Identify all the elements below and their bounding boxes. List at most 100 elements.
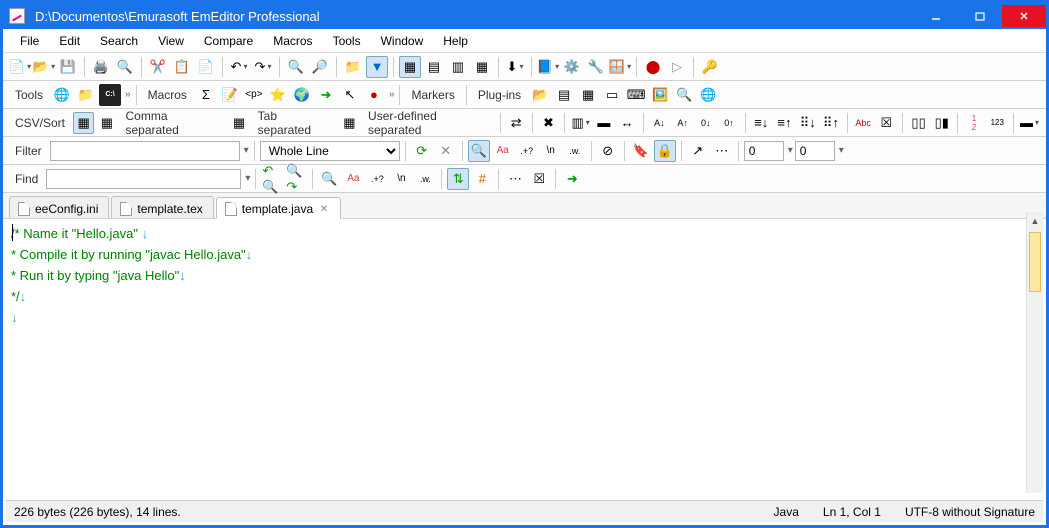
copy-icon[interactable]: 📋 [171, 56, 193, 78]
sort-short-icon[interactable]: ≡↓ [751, 112, 772, 134]
tab-template-java[interactable]: template.java ✕ [216, 197, 341, 219]
filter-word-icon[interactable]: .w. [564, 140, 586, 162]
adjust-icon[interactable]: ↔ [617, 112, 638, 134]
filter-out-icon[interactable]: ↗ [687, 140, 709, 162]
redo-icon[interactable]: ↷ [252, 56, 274, 78]
find-dropdown-icon[interactable]: ▾ [243, 173, 250, 184]
ruler-icon[interactable]: 123 [987, 112, 1008, 134]
close-button[interactable] [1002, 5, 1046, 27]
maximize-button[interactable] [958, 5, 1002, 27]
macro-p-icon[interactable]: <p> [243, 84, 265, 106]
tools-overflow-icon[interactable]: » [123, 89, 131, 100]
sigma-icon[interactable]: Σ [195, 84, 217, 106]
filter-advanced-icon[interactable]: ⋯ [711, 140, 733, 162]
help-icon[interactable]: 🔑 [699, 56, 721, 78]
plugin-keyboard-icon[interactable]: ⌨ [625, 84, 647, 106]
filter-lock-icon[interactable]: 🔒 [654, 140, 676, 162]
macro-dot-icon[interactable]: ● [363, 84, 385, 106]
find-case-icon[interactable]: Aa [342, 168, 364, 190]
macro-star-icon[interactable]: ⭐ [267, 84, 289, 106]
user-sep-icon[interactable]: ▦ [339, 112, 360, 134]
filter-case-icon[interactable]: Aa [492, 140, 514, 162]
plugin-snippets-icon[interactable]: ▭ [601, 84, 623, 106]
filter-escape-icon[interactable]: \n [540, 140, 562, 162]
properties-icon[interactable]: ⚙️ [561, 56, 583, 78]
tab-sep-label[interactable]: Tab separated [252, 109, 337, 137]
macro-cursor-icon[interactable]: ↖ [339, 84, 361, 106]
columns-icon[interactable]: ▥ [570, 112, 591, 134]
status-language[interactable]: Java [770, 505, 803, 519]
plugin-word-icon[interactable]: 🖼️ [649, 84, 671, 106]
user-sep-label[interactable]: User-defined separated [362, 109, 495, 137]
filter-below-input[interactable] [795, 141, 835, 161]
plugin-web-icon[interactable]: 🌐 [697, 84, 719, 106]
wrap-page-icon[interactable]: ▥ [447, 56, 469, 78]
tab-eeconfig[interactable]: eeConfig.ini [9, 196, 109, 218]
sort-many-icon[interactable]: ⠿↑ [820, 112, 841, 134]
macros-overflow-icon[interactable]: » [387, 89, 395, 100]
menu-edit[interactable]: Edit [50, 32, 89, 50]
find-wrap-icon[interactable]: ⇅ [447, 168, 469, 190]
sort-few-icon[interactable]: ⠿↓ [797, 112, 818, 134]
menu-compare[interactable]: Compare [195, 32, 262, 50]
filter-dropdown-icon[interactable]: ▾ [242, 145, 249, 156]
config-icon[interactable]: 📘 [537, 56, 559, 78]
vertical-scrollbar[interactable]: ▲ [1026, 212, 1043, 493]
cmd-icon[interactable]: C:\ [99, 84, 121, 106]
find-incremental-icon[interactable]: 🔍 [318, 168, 340, 190]
sort-09-icon[interactable]: 0↓ [695, 112, 716, 134]
macro-run-icon[interactable]: ➜ [315, 84, 337, 106]
menu-search[interactable]: Search [91, 32, 147, 50]
filter-abort-icon[interactable]: ✕ [435, 140, 457, 162]
find-icon[interactable]: 🔍 [285, 56, 307, 78]
sort-za-icon[interactable]: A↑ [672, 112, 693, 134]
plugin-folder-icon[interactable]: 📂 [529, 84, 551, 106]
find-count-icon[interactable]: # [471, 168, 493, 190]
find-word-icon[interactable]: .w. [414, 168, 436, 190]
delete-dup-icon[interactable]: ▯▮ [931, 112, 952, 134]
tab-template-tex[interactable]: template.tex [111, 196, 213, 218]
cut-icon[interactable]: ✂️ [147, 56, 169, 78]
new-file-icon[interactable]: 📄 [9, 56, 31, 78]
menu-help[interactable]: Help [434, 32, 477, 50]
find-next-icon[interactable]: 🔍↷ [285, 168, 307, 190]
plugin-diff-icon[interactable]: ▤ [553, 84, 575, 106]
grep-icon[interactable]: 📁 [342, 56, 364, 78]
find-advanced-icon[interactable]: ⋯ [504, 168, 526, 190]
filter-incremental-icon[interactable]: 🔍 [468, 140, 490, 162]
undo-icon[interactable]: ↶ [228, 56, 250, 78]
wrap-col-icon[interactable]: ▦ [471, 56, 493, 78]
comma-sep-label[interactable]: Comma separated [119, 109, 226, 137]
menu-window[interactable]: Window [372, 32, 433, 50]
bookmark-dup-icon[interactable]: ▯▯ [908, 112, 929, 134]
sort-long-icon[interactable]: ≡↑ [774, 112, 795, 134]
status-encoding[interactable]: UTF-8 without Signature [901, 505, 1039, 519]
filter-refresh-icon[interactable]: ⟳ [411, 140, 433, 162]
find-close-icon[interactable]: ☒ [528, 168, 550, 190]
open-file-icon[interactable]: 📂 [33, 56, 55, 78]
menu-tools[interactable]: Tools [324, 32, 370, 50]
minimize-button[interactable] [914, 5, 958, 27]
filter-toggle-icon[interactable]: ▼ [366, 56, 388, 78]
play-macro-icon[interactable]: ▷ [666, 56, 688, 78]
heading-icon[interactable]: ▬ [593, 112, 614, 134]
print-icon[interactable]: 🖨️ [90, 56, 112, 78]
menu-view[interactable]: View [149, 32, 193, 50]
tab-close-icon[interactable]: ✕ [318, 203, 330, 215]
menu-macros[interactable]: Macros [264, 32, 321, 50]
convert-icon[interactable]: ⇄ [506, 112, 527, 134]
find-escape-icon[interactable]: \n [390, 168, 412, 190]
find-regex-icon[interactable]: .+? [366, 168, 388, 190]
filter-negative-icon[interactable]: ⊘ [597, 140, 619, 162]
popup-icon[interactable]: 🪟 [609, 56, 631, 78]
macro-globe-icon[interactable]: 🌍 [291, 84, 313, 106]
filter-input[interactable] [50, 141, 240, 161]
scroll-up-icon[interactable]: ▲ [1027, 212, 1043, 229]
save-icon[interactable]: 💾 [57, 56, 79, 78]
filter-scope-select[interactable]: Whole Line [260, 141, 400, 161]
find-input[interactable] [46, 169, 241, 189]
macro-edit-icon[interactable]: 📝 [219, 84, 241, 106]
filter-bookmark-icon[interactable]: 🔖 [630, 140, 652, 162]
find-prev-icon[interactable]: ↶🔍 [261, 168, 283, 190]
paste-icon[interactable]: 📄 [195, 56, 217, 78]
